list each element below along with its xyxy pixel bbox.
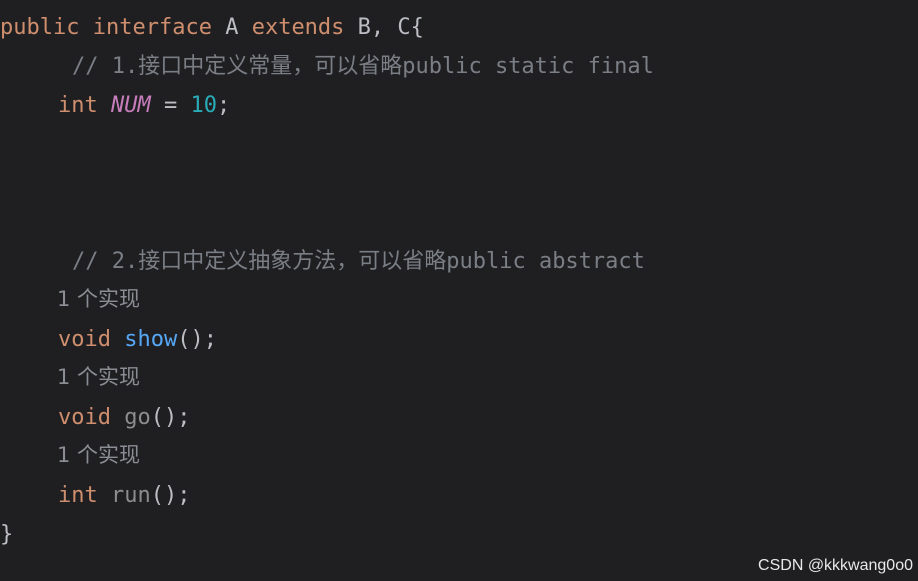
constant-declaration-line: int NUM = 10; (0, 86, 230, 125)
method-go-line: void go(); (0, 398, 190, 437)
interface-declaration-line: public interface A extends B, C{ (0, 8, 424, 47)
implementations-hint-show[interactable]: 1 个实现 (0, 280, 140, 319)
implementations-hint-run[interactable]: 1 个实现 (0, 436, 140, 475)
keyword-public: public (0, 15, 80, 40)
comment-constants: // 1.接口中定义常量，可以省略public static final (72, 54, 654, 79)
method-name-run: run (111, 483, 151, 508)
method-name-show: show (124, 327, 178, 352)
implementations-hint-go[interactable]: 1 个实现 (0, 358, 140, 397)
method-params: (); (150, 483, 191, 508)
method-params: (); (177, 327, 217, 352)
return-type: void (58, 405, 111, 430)
constant-value: 10 (190, 93, 218, 118)
assign-operator: = (150, 93, 191, 118)
method-params: (); (150, 405, 191, 430)
method-name-go: go (124, 405, 151, 430)
parent-interfaces: B, C (357, 15, 411, 40)
constant-type: int (58, 93, 98, 118)
keyword-extends: extends (251, 15, 345, 40)
code-editor[interactable]: public interface A extends B, C{ // 1.接口… (0, 0, 918, 581)
close-brace: } (0, 522, 14, 547)
comment-abstract-methods: // 2.接口中定义抽象方法，可以省略public abstract (72, 249, 645, 274)
interface-name: A (225, 15, 239, 40)
method-show-line: void show(); (0, 320, 217, 359)
keyword-interface: interface (92, 15, 212, 40)
return-type: void (58, 327, 111, 352)
method-run-line: int run(); (0, 476, 191, 515)
watermark: CSDN @kkkwang0o0 (758, 557, 913, 574)
semicolon: ; (217, 93, 231, 118)
return-type: int (58, 483, 98, 508)
open-brace: { (410, 15, 424, 40)
constant-name: NUM (111, 93, 151, 118)
